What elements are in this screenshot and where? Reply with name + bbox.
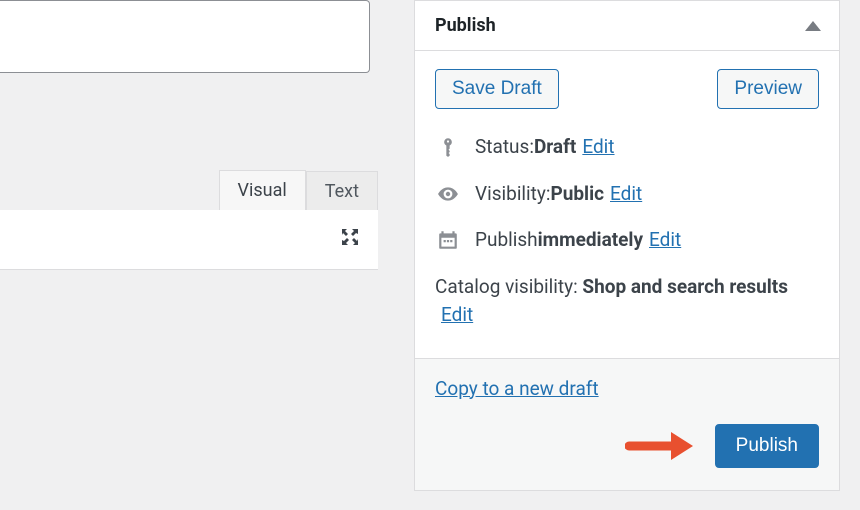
fullscreen-icon[interactable] — [340, 227, 360, 252]
catalog-row: Catalog visibility: Shop and search resu… — [435, 273, 819, 330]
panel-title: Publish — [435, 15, 496, 36]
schedule-row: Publish immediately Edit — [435, 226, 819, 255]
publish-header[interactable]: Publish — [415, 1, 839, 51]
schedule-prefix: Publish — [475, 226, 538, 255]
catalog-edit-link[interactable]: Edit — [441, 303, 473, 326]
publish-footer: Copy to a new draft Publish — [415, 358, 839, 490]
tab-visual[interactable]: Visual — [219, 170, 306, 212]
calendar-icon — [435, 229, 461, 251]
eye-icon — [435, 183, 461, 205]
key-icon — [435, 136, 461, 158]
schedule-value: immediately — [538, 226, 643, 255]
visibility-row: Visibility: Public Edit — [435, 180, 819, 209]
save-draft-button[interactable]: Save Draft — [435, 69, 559, 109]
collapse-triangle-icon — [805, 21, 821, 31]
visibility-value: Public — [550, 180, 604, 209]
editor-tabs: Visual Text — [0, 170, 378, 212]
visibility-label: Visibility: — [475, 180, 550, 209]
publish-body: Save Draft Preview Status: Draft Edit Vi… — [415, 51, 839, 358]
schedule-edit-link[interactable]: Edit — [649, 226, 681, 255]
publish-button[interactable]: Publish — [715, 424, 819, 468]
publish-button-row: Publish — [435, 424, 819, 468]
copy-to-draft-link[interactable]: Copy to a new draft — [435, 377, 599, 400]
annotation-arrow-icon — [625, 428, 697, 464]
preview-button[interactable]: Preview — [717, 69, 819, 109]
status-value: Draft — [534, 133, 576, 162]
action-button-row: Save Draft Preview — [435, 69, 819, 109]
editor-toolbar — [0, 210, 378, 270]
status-label: Status: — [475, 133, 534, 162]
tab-text[interactable]: Text — [306, 171, 378, 212]
title-input[interactable] — [0, 0, 370, 73]
catalog-value: Shop and search results — [582, 275, 788, 298]
status-edit-link[interactable]: Edit — [582, 133, 614, 162]
visibility-edit-link[interactable]: Edit — [610, 180, 642, 209]
publish-metabox: Publish Save Draft Preview Status: Draft… — [414, 0, 840, 491]
status-row: Status: Draft Edit — [435, 133, 819, 162]
catalog-label: Catalog visibility: — [435, 275, 582, 298]
